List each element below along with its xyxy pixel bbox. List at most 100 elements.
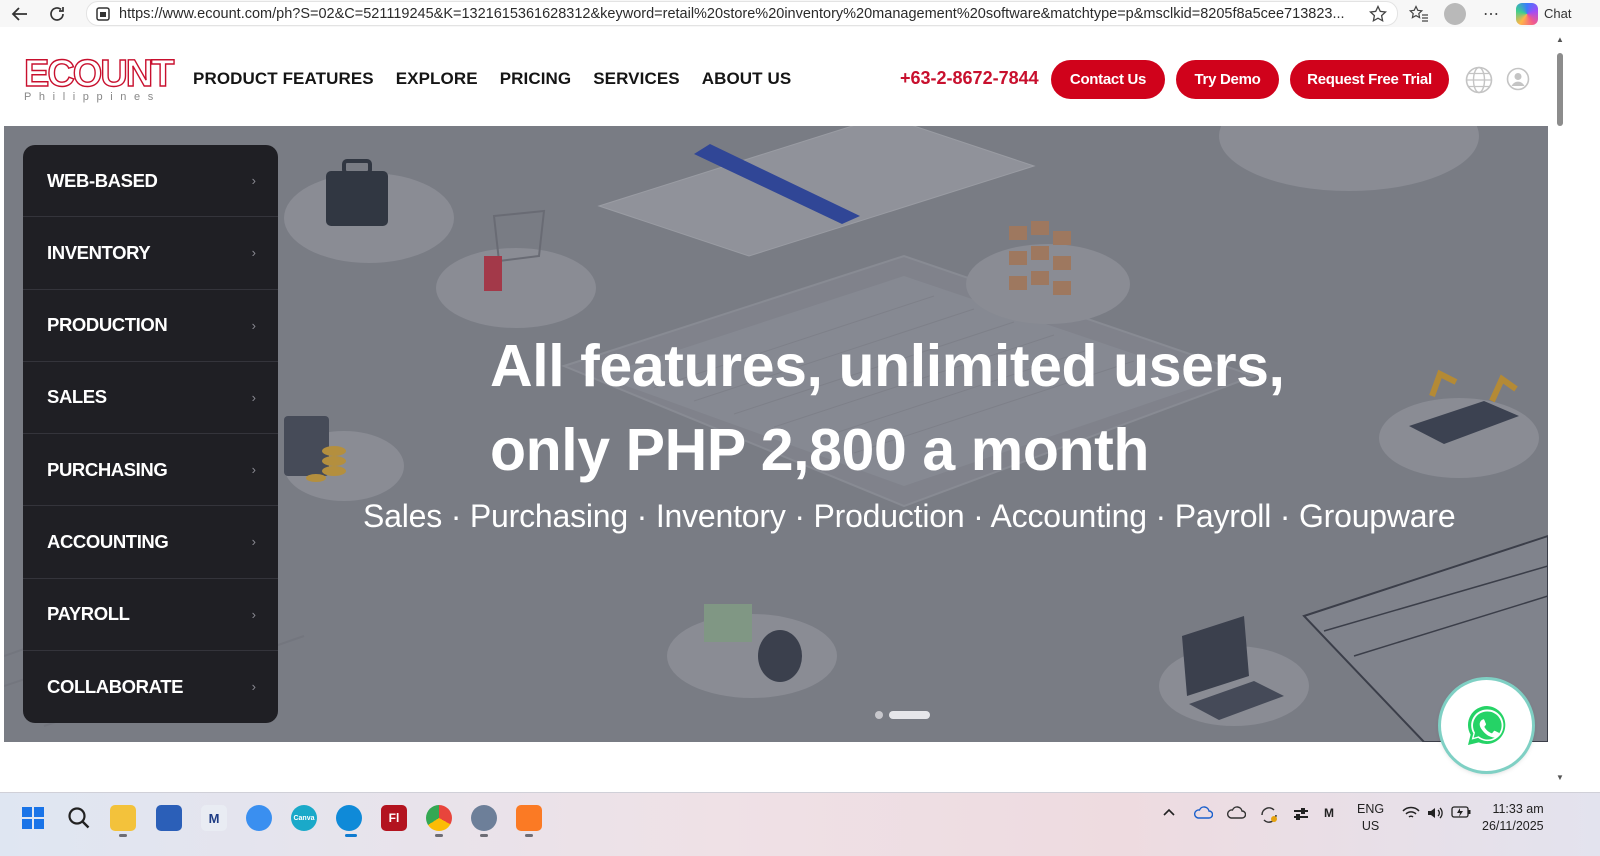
system-clock[interactable]: 11:33 am 26/11/2025: [1482, 801, 1544, 835]
carousel-dot-2-active[interactable]: [889, 711, 930, 719]
nav-product-features[interactable]: PRODUCT FEATURES: [193, 69, 374, 89]
menu-item-production[interactable]: PRODUCTION ›: [23, 290, 278, 362]
onedrive-icon[interactable]: [1193, 806, 1214, 823]
menu-item-sales[interactable]: SALES ›: [23, 362, 278, 434]
phone-number-link[interactable]: +63-2-8672-7844: [900, 68, 1039, 89]
settings-icon[interactable]: [471, 805, 497, 831]
show-hidden-icons-chevron-icon[interactable]: [1162, 806, 1176, 821]
headline-line-2: only PHP 2,800 a month: [490, 417, 1149, 483]
url-text[interactable]: https://www.ecount.com/ph?S=02&C=5211192…: [119, 6, 1359, 22]
chevron-right-icon: ›: [251, 317, 256, 333]
contact-us-button[interactable]: Contact Us: [1051, 60, 1165, 99]
menu-label: PRODUCTION: [47, 314, 168, 336]
menu-item-accounting[interactable]: ACCOUNTING ›: [23, 506, 278, 579]
search-icon[interactable]: [66, 805, 92, 831]
edge-icon[interactable]: [336, 805, 362, 831]
user-account-icon[interactable]: [1506, 67, 1530, 91]
menu-item-payroll[interactable]: PAYROLL ›: [23, 579, 278, 651]
sync-icon[interactable]: [1259, 806, 1279, 827]
main-navigation: PRODUCT FEATURES EXPLORE PRICING SERVICE…: [193, 69, 791, 89]
hero-banner: WEB-BASED › INVENTORY › PRODUCTION › SAL…: [4, 126, 1548, 742]
product-category-menu: WEB-BASED › INVENTORY › PRODUCTION › SAL…: [23, 145, 278, 723]
running-indicator: [435, 834, 443, 837]
clock-time: 11:33 am: [1492, 802, 1544, 816]
file-explorer-icon[interactable]: [110, 805, 136, 831]
nav-services[interactable]: SERVICES: [593, 69, 679, 89]
running-indicator: [480, 834, 488, 837]
web-page: ECOUNT Philippines PRODUCT FEATURES EXPL…: [4, 31, 1548, 788]
nav-about-us[interactable]: ABOUT US: [702, 69, 792, 89]
hero-subline: Sales · Purchasing · Inventory · Product…: [363, 498, 1456, 534]
address-bar[interactable]: https://www.ecount.com/ph?S=02&C=5211192…: [86, 1, 1398, 26]
region-code: US: [1361, 819, 1380, 833]
canva-icon[interactable]: Canva: [291, 805, 317, 831]
chat-label: Chat: [1544, 6, 1572, 21]
chevron-right-icon: ›: [251, 173, 256, 189]
logo-wordmark: ECOUNT: [23, 53, 175, 95]
request-free-trial-button[interactable]: Request Free Trial: [1290, 60, 1449, 99]
menu-label: WEB-BASED: [47, 169, 158, 191]
back-icon[interactable]: [6, 0, 34, 27]
more-options-icon[interactable]: ⋯: [1480, 3, 1502, 25]
scroll-thumb[interactable]: [1557, 53, 1563, 126]
menu-item-web-based[interactable]: WEB-BASED ›: [23, 145, 278, 218]
page-scrollbar[interactable]: ▲ ▼: [1552, 31, 1568, 788]
site-info-icon[interactable]: [95, 6, 111, 21]
toggle-settings-icon[interactable]: [1292, 806, 1310, 825]
menu-label: INVENTORY: [47, 241, 151, 263]
flash-icon[interactable]: Fl: [381, 805, 407, 831]
menu-label: PURCHASING: [47, 458, 168, 480]
menu-label: ACCOUNTING: [47, 530, 169, 552]
menu-item-collaborate[interactable]: COLLABORATE ›: [23, 651, 278, 723]
start-icon[interactable]: [20, 805, 46, 831]
logo-subtitle: Philippines: [24, 91, 161, 103]
chrome-icon[interactable]: [426, 805, 452, 831]
battery-icon[interactable]: [1451, 806, 1471, 821]
refresh-icon[interactable]: [43, 0, 71, 27]
globe-language-icon[interactable]: [1464, 65, 1494, 95]
running-indicator: [525, 834, 533, 837]
whatsapp-chat-button[interactable]: [1441, 680, 1532, 771]
clock-date: 26/11/2025: [1482, 819, 1544, 833]
carousel-indicators: [875, 711, 930, 719]
copilot-icon: [1516, 2, 1538, 25]
windows-taskbar: M Canva Fl M ENG US 11:33 am 26/11/2025: [0, 792, 1600, 856]
store-icon[interactable]: [156, 805, 182, 831]
cloud-icon[interactable]: [246, 805, 272, 831]
site-header: ECOUNT Philippines PRODUCT FEATURES EXPL…: [4, 31, 1548, 126]
xampp-icon[interactable]: [516, 805, 542, 831]
headline-line-1: All features, unlimited users,: [490, 333, 1285, 399]
menu-label: COLLABORATE: [47, 675, 184, 697]
profile-avatar[interactable]: [1444, 2, 1466, 25]
hero-headline: All features, unlimited users, only PHP …: [490, 324, 1285, 492]
cloud-sync-icon[interactable]: [1226, 806, 1247, 823]
chevron-right-icon: ›: [251, 679, 256, 695]
scroll-down-arrow-icon[interactable]: ▼: [1556, 773, 1564, 782]
input-language-indicator[interactable]: ENG US: [1357, 801, 1384, 835]
nav-explore[interactable]: EXPLORE: [396, 69, 478, 89]
browser-toolbar: https://www.ecount.com/ph?S=02&C=5211192…: [0, 0, 1600, 27]
ecount-logo[interactable]: ECOUNT Philippines: [23, 53, 175, 103]
volume-icon[interactable]: [1426, 806, 1444, 823]
favorites-list-icon[interactable]: [1408, 3, 1430, 25]
chevron-right-icon: ›: [251, 534, 256, 550]
chevron-right-icon: ›: [251, 606, 256, 622]
chevron-right-icon: ›: [251, 245, 256, 261]
menu-label: PAYROLL: [47, 603, 130, 625]
wifi-icon[interactable]: [1402, 806, 1420, 823]
chevron-right-icon: ›: [251, 389, 256, 405]
copilot-chat-button[interactable]: Chat: [1516, 2, 1572, 25]
nav-pricing[interactable]: PRICING: [500, 69, 572, 89]
menu-item-inventory[interactable]: INVENTORY ›: [23, 217, 278, 290]
try-demo-button[interactable]: Try Demo: [1176, 60, 1279, 99]
favorite-star-icon[interactable]: [1369, 5, 1387, 23]
mail-tray-icon[interactable]: M: [1324, 806, 1334, 820]
mail-icon[interactable]: M: [201, 805, 227, 831]
carousel-dot-1[interactable]: [875, 711, 883, 719]
menu-item-purchasing[interactable]: PURCHASING ›: [23, 434, 278, 507]
menu-label: SALES: [47, 386, 107, 408]
chevron-right-icon: ›: [251, 462, 256, 478]
running-indicator: [119, 834, 127, 837]
active-app-indicator: [345, 834, 357, 837]
scroll-up-arrow-icon[interactable]: ▲: [1556, 35, 1564, 44]
